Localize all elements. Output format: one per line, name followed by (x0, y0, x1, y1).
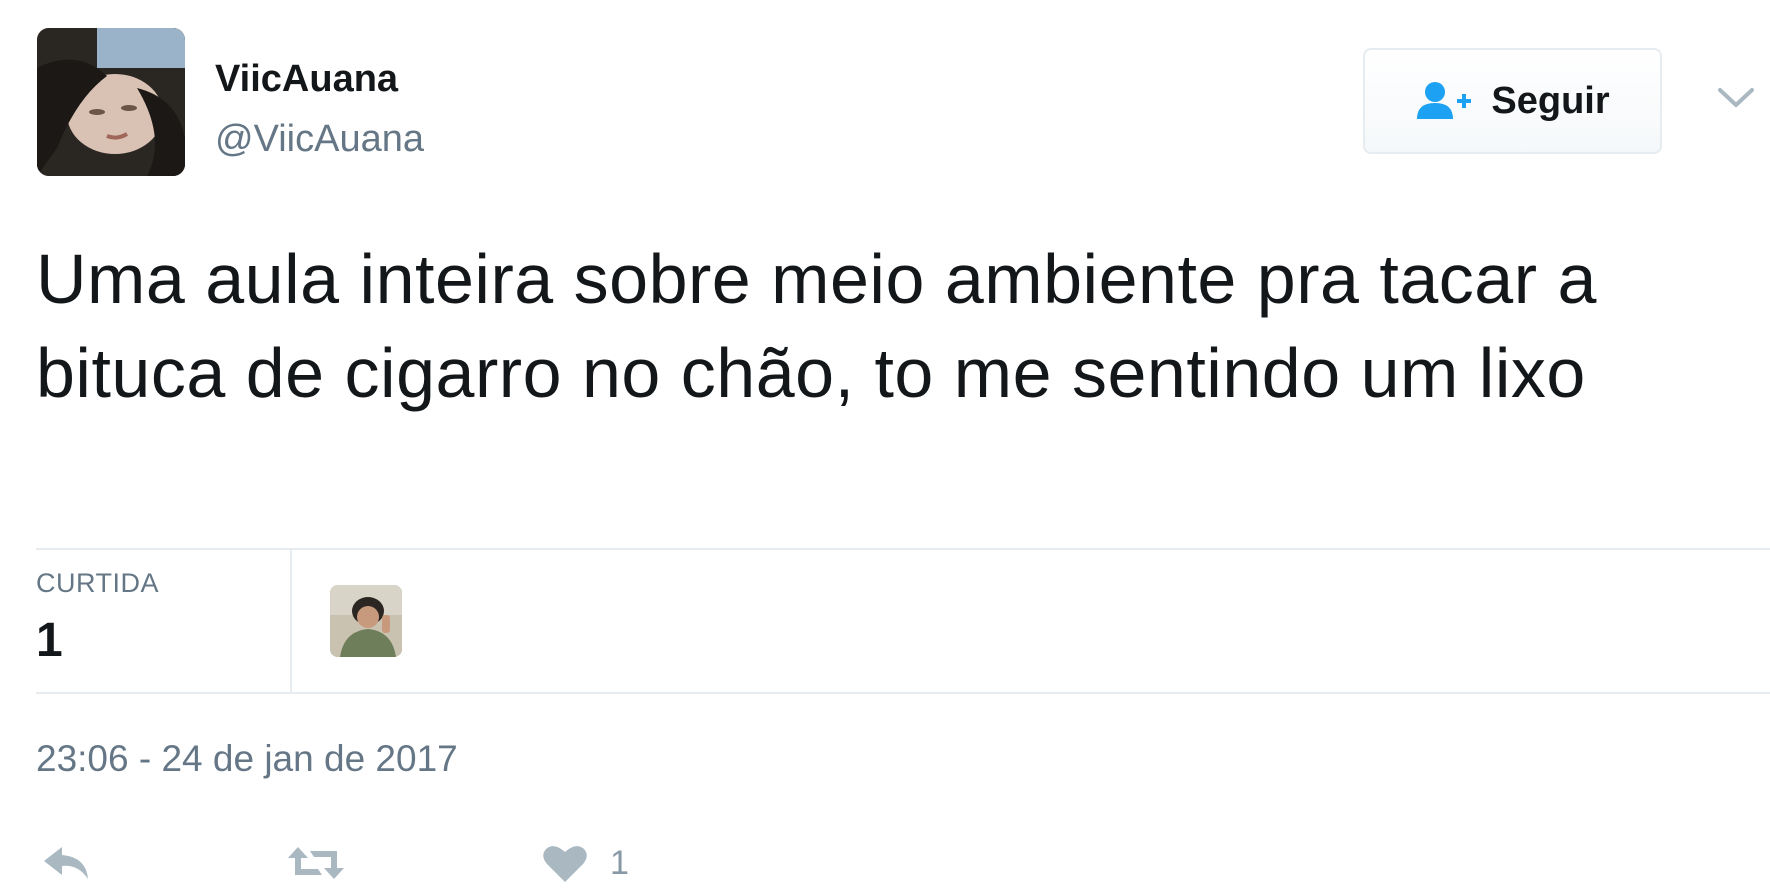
like-count: 1 (610, 843, 629, 882)
stats-top-divider (36, 548, 1770, 550)
like-button[interactable]: 1 (542, 838, 629, 888)
tweet-timestamp[interactable]: 23:06 - 24 de jan de 2017 (36, 738, 458, 780)
person-plus-icon (1415, 81, 1473, 121)
stats-bottom-divider (36, 692, 1770, 694)
retweet-icon (286, 843, 346, 883)
follow-button[interactable]: Seguir (1363, 48, 1662, 154)
author-screen-name[interactable]: @ViicAuana (215, 118, 424, 161)
heart-icon (542, 843, 588, 883)
likes-stat[interactable]: CURTIDA 1 (36, 568, 159, 668)
likes-count: 1 (36, 614, 63, 667)
retweet-button[interactable] (286, 838, 346, 888)
follow-button-label: Seguir (1491, 79, 1610, 122)
author-avatar[interactable] (37, 28, 185, 176)
chevron-down-icon[interactable] (1717, 86, 1755, 110)
reply-button[interactable] (40, 838, 90, 888)
liker-avatar[interactable] (330, 585, 402, 657)
stats-vertical-divider (290, 550, 292, 692)
author-display-name[interactable]: ViicAuana (215, 58, 398, 101)
likes-label: CURTIDA (36, 568, 160, 598)
reply-icon (40, 845, 90, 881)
tweet-text: Uma aula inteira sobre meio ambiente pra… (36, 240, 1597, 412)
